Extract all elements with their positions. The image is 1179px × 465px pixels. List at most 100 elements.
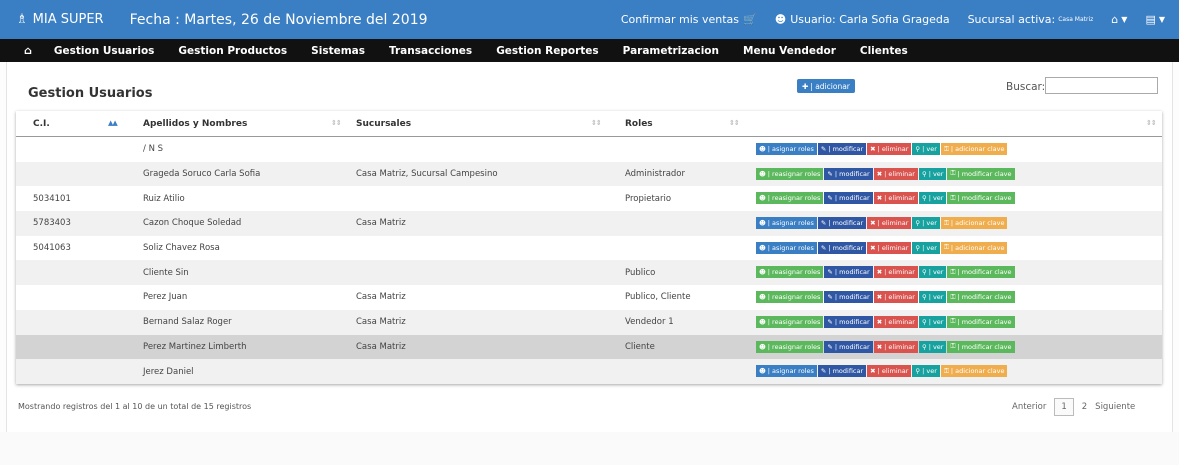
close-icon: ✖ (870, 145, 876, 153)
reassign-roles-button[interactable]: ☻ | reasignar roles (756, 167, 824, 180)
assign-roles-button[interactable]: ☻ | asignar roles (756, 217, 817, 230)
nav-gestion-usuarios[interactable]: Gestion Usuarios (54, 45, 155, 57)
reassign-roles-button[interactable]: ☻ | reasignar roles (756, 291, 824, 304)
table-row[interactable]: 5783403 Cazon Choque Soledad Casa Matriz ☻ |… (16, 211, 1162, 236)
add-button[interactable]: ✚ | adicionar (797, 79, 855, 93)
brand[interactable]: ♗ MIA SUPER (16, 12, 104, 27)
reassign-roles-button-label: | reasignar roles (767, 293, 821, 302)
view-button[interactable]: ⚲ | ver (912, 241, 940, 254)
edit-password-button[interactable]: ⚿ | modificar clave (947, 167, 1015, 180)
list-menu[interactable]: ▤ ▼ (1145, 13, 1165, 26)
nav-home-icon[interactable]: ⌂ (24, 44, 32, 57)
table-row[interactable]: / N S ☻ | asignar roles ✎ | modificar ✖ | elim… (16, 137, 1162, 162)
pager-next[interactable]: Siguiente (1095, 402, 1135, 412)
view-button[interactable]: ⚲ | ver (918, 192, 947, 205)
assign-roles-button[interactable]: ☻ | asignar roles (756, 365, 817, 378)
view-button[interactable]: ⚲ | ver (912, 143, 940, 155)
reassign-roles-button[interactable]: ☻ | reasignar roles (756, 192, 824, 205)
pager-prev[interactable]: Anterior (1012, 402, 1046, 412)
user-menu[interactable]: ☻ Usuario: Carla Sofia Grageda (775, 13, 950, 26)
delete-button[interactable]: ✖ | eliminar (873, 266, 918, 279)
edit-password-button[interactable]: ⚿ | modificar clave (947, 266, 1015, 279)
edit-button[interactable]: ✎ | modificar (824, 266, 873, 279)
nav-transacciones[interactable]: Transacciones (389, 45, 472, 57)
view-button[interactable]: ⚲ | ver (912, 365, 940, 378)
table-row[interactable]: Perez Juan Casa Matriz Publico, Cliente ☻ | … (16, 285, 1162, 310)
table-row[interactable]: Jerez Daniel ☻ | asignar roles ✎ | modificar… (16, 359, 1162, 384)
delete-button[interactable]: ✖ | eliminar (867, 241, 912, 254)
assign-roles-button[interactable]: ☻ | asignar roles (756, 143, 817, 155)
add-password-button[interactable]: ⚿ | adicionar clave (940, 365, 1008, 378)
view-button[interactable]: ⚲ | ver (918, 315, 947, 328)
table-row[interactable]: 5034101 Ruiz Atilio Propietario ☻ | reasigna… (16, 186, 1162, 212)
edit-password-button-label: | modificar clave (957, 293, 1012, 302)
nav-clientes[interactable]: Clientes (860, 45, 908, 57)
sort-icon[interactable]: ⇕⇕ (331, 119, 342, 127)
table-row[interactable]: 5041063 Soliz Chavez Rosa ☻ | asignar roles… (16, 235, 1162, 261)
edit-button[interactable]: ✎ | modificar (824, 167, 873, 180)
add-password-button[interactable]: ⚿ | adicionar clave (940, 241, 1008, 254)
nav-parametrizacion[interactable]: Parametrizacion (623, 45, 719, 57)
home-menu[interactable]: ⌂ ▼ (1111, 13, 1127, 26)
view-button[interactable]: ⚲ | ver (918, 340, 947, 353)
view-button[interactable]: ⚲ | ver (918, 266, 947, 279)
sort-icon[interactable]: ⇕⇕ (729, 119, 740, 127)
delete-button[interactable]: ✖ | eliminar (867, 217, 912, 230)
edit-button[interactable]: ✎ | modificar (817, 217, 867, 230)
view-button[interactable]: ⚲ | ver (912, 217, 940, 230)
add-password-button[interactable]: ⚿ | adicionar clave (940, 143, 1008, 155)
table-row[interactable]: Perez Martinez Limberth Casa Matriz Client… (16, 334, 1162, 360)
nav-menu-vendedor[interactable]: Menu Vendedor (743, 45, 836, 57)
col-nombres[interactable]: Apellidos y Nombres (143, 111, 247, 137)
cell-sucursales: Casa Matriz (356, 341, 406, 352)
delete-button[interactable]: ✖ | eliminar (867, 365, 912, 378)
confirm-sales-link[interactable]: Confirmar mis ventas 🛒 (621, 13, 757, 26)
edit-button-label: | modificar (834, 268, 870, 277)
row-actions: ☻ | reasignar roles ✎ | modificar ✖ | elimina… (756, 266, 1016, 279)
edit-button[interactable]: ✎ | modificar (817, 241, 867, 254)
sort-icon[interactable]: ⇕⇕ (1146, 119, 1157, 127)
col-roles[interactable]: Roles (625, 111, 653, 137)
cell-sucursales: Casa Matriz, Sucursal Campesino (356, 169, 498, 180)
table-row[interactable]: Cliente Sin Publico ☻ | reasignar roles ✎ | m… (16, 260, 1162, 286)
edit-password-button[interactable]: ⚿ | modificar clave (947, 291, 1015, 304)
delete-button[interactable]: ✖ | eliminar (873, 315, 918, 328)
search-input[interactable] (1045, 77, 1158, 94)
search-icon: ⚲ (921, 342, 927, 351)
reassign-roles-button[interactable]: ☻ | reasignar roles (756, 340, 824, 353)
delete-button[interactable]: ✖ | eliminar (873, 291, 918, 304)
assign-roles-button[interactable]: ☻ | asignar roles (756, 241, 817, 254)
edit-password-button[interactable]: ⚿ | modificar clave (947, 192, 1015, 205)
user-icon: ☻ (759, 293, 766, 302)
col-ci[interactable]: C.I. (33, 111, 50, 137)
active-branch[interactable]: Sucursal activa: Casa Matriz (968, 13, 1094, 26)
reassign-roles-button[interactable]: ☻ | reasignar roles (756, 266, 824, 279)
delete-button[interactable]: ✖ | eliminar (873, 192, 918, 205)
nav-sistemas[interactable]: Sistemas (311, 45, 365, 57)
nav-gestion-reportes[interactable]: Gestion Reportes (496, 45, 598, 57)
sort-icon[interactable]: ⇕⇕ (591, 119, 602, 127)
delete-button[interactable]: ✖ | eliminar (867, 143, 912, 155)
reassign-roles-button[interactable]: ☻ | reasignar roles (756, 315, 824, 328)
sort-asc-icon[interactable]: ▲▲ (108, 119, 118, 127)
delete-button[interactable]: ✖ | eliminar (873, 167, 918, 180)
table-row[interactable]: Bernand Salaz Roger Casa Matriz Vendedor 1… (16, 309, 1162, 335)
edit-button[interactable]: ✎ | modificar (824, 291, 873, 304)
add-password-button[interactable]: ⚿ | adicionar clave (940, 217, 1008, 230)
edit-password-button[interactable]: ⚿ | modificar clave (947, 315, 1015, 328)
chevron-down-icon: ▼ (1158, 15, 1165, 24)
col-sucursales[interactable]: Sucursales (356, 111, 411, 137)
view-button[interactable]: ⚲ | ver (918, 167, 947, 180)
edit-password-button[interactable]: ⚿ | modificar clave (947, 340, 1015, 353)
edit-button[interactable]: ✎ | modificar (824, 315, 873, 328)
pager-page-2[interactable]: 2 (1082, 402, 1087, 412)
view-button[interactable]: ⚲ | ver (918, 291, 947, 304)
pager-page-1[interactable]: 1 (1054, 398, 1074, 416)
edit-button[interactable]: ✎ | modificar (817, 143, 867, 155)
edit-button[interactable]: ✎ | modificar (824, 340, 873, 353)
table-row[interactable]: Grageda Soruco Carla Sofia Casa Matriz, S… (16, 161, 1162, 187)
delete-button[interactable]: ✖ | eliminar (873, 340, 918, 353)
edit-button[interactable]: ✎ | modificar (824, 192, 873, 205)
nav-gestion-productos[interactable]: Gestion Productos (178, 45, 287, 57)
edit-button[interactable]: ✎ | modificar (817, 365, 867, 378)
